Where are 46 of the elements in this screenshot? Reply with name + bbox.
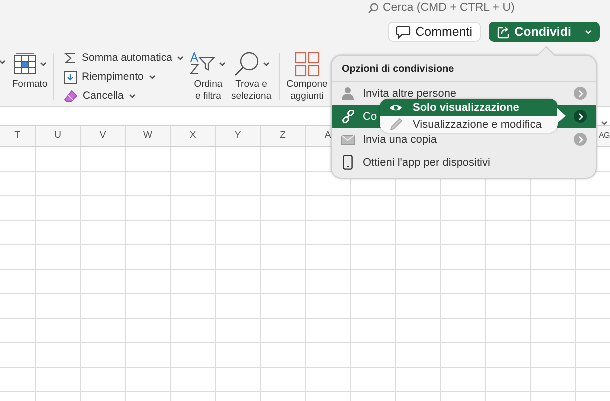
- submenu-item[interactable]: Visualizzazione e modifica: [380, 116, 558, 133]
- caret-icon: [148, 74, 156, 80]
- caret-icon: [128, 94, 136, 98]
- share-button[interactable]: Condividi: [488, 22, 600, 42]
- clear-button[interactable]: Cancella: [64, 88, 184, 104]
- add-ins-button[interactable]: Compone aggiunti: [286, 45, 328, 106]
- eraser-icon: [64, 90, 78, 102]
- search-field[interactable]: Cerca (CMD + CTRL + U): [368, 2, 515, 14]
- submenu-item[interactable]: Solo visualizzazione: [380, 99, 558, 116]
- menu-title: Opzioni di condivisione: [332, 59, 596, 82]
- fill-button[interactable]: Riempimento: [64, 69, 184, 85]
- speech-bubble-icon: [396, 26, 411, 38]
- pencil-icon: [390, 118, 402, 131]
- person-icon: [342, 87, 354, 100]
- caret-icon: [262, 62, 270, 66]
- column-header[interactable]: U: [36, 126, 81, 146]
- link-icon: [342, 110, 354, 123]
- caret-icon: [585, 30, 592, 34]
- sigma-icon: [64, 52, 77, 64]
- phone-icon: [343, 155, 353, 170]
- share-icon: [496, 26, 510, 38]
- eye-icon: [389, 102, 403, 112]
- format-button[interactable]: Formato: [7, 45, 53, 106]
- autosum-button[interactable]: Somma automatica: [64, 50, 184, 66]
- sort-filter-button[interactable]: Ordina e filtra: [190, 45, 226, 106]
- grid-icon: [294, 52, 320, 76]
- comments-button[interactable]: Commenti: [388, 22, 481, 42]
- envelope-icon: [341, 134, 355, 144]
- column-header[interactable]: Z: [261, 126, 306, 146]
- column-header[interactable]: X: [171, 126, 216, 146]
- menu-item[interactable]: Ottieni l'app per dispositivi: [332, 151, 596, 174]
- search-icon: [234, 51, 260, 77]
- sort-filter-icon: [190, 52, 216, 76]
- caret-icon: [0, 60, 6, 65]
- column-header[interactable]: W: [126, 126, 171, 146]
- column-header[interactable]: T: [0, 126, 36, 146]
- caret-icon: [177, 56, 184, 60]
- search-icon: [368, 2, 379, 14]
- caret-icon: [40, 62, 47, 66]
- find-select-button[interactable]: Trova e seleziona: [231, 45, 272, 106]
- column-header[interactable]: Y: [216, 126, 261, 146]
- caret-icon: [219, 62, 226, 66]
- table-icon: [13, 52, 37, 76]
- caret-icon: [601, 121, 608, 126]
- fill-down-icon: [64, 70, 77, 84]
- column-header[interactable]: V: [81, 126, 126, 146]
